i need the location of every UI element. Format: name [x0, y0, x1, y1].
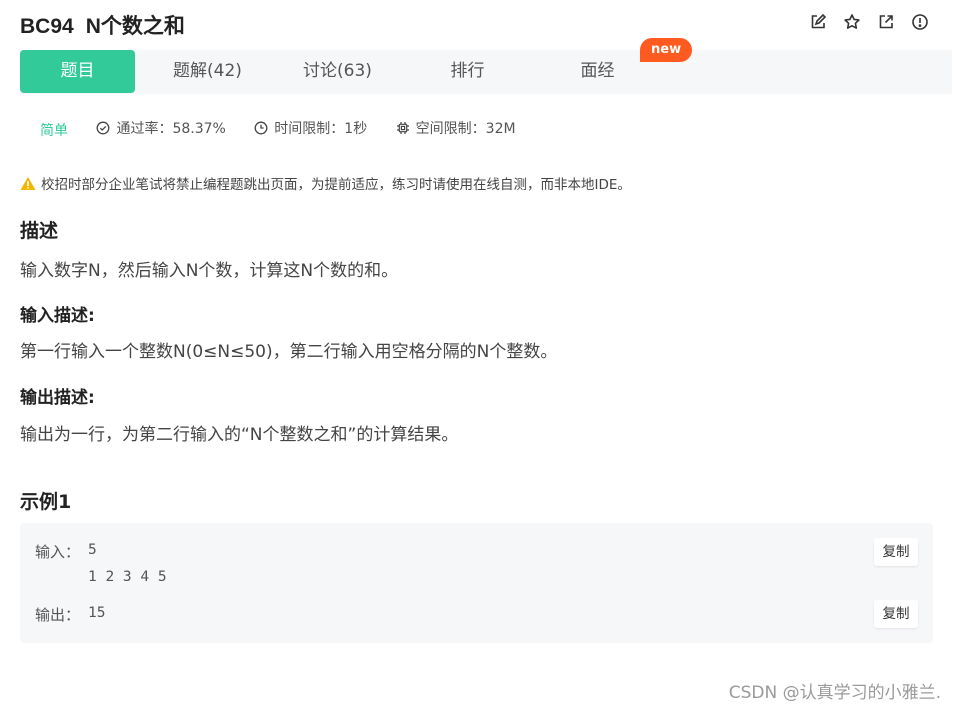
toolbar — [809, 13, 929, 31]
input-desc-heading: 输入描述: — [20, 306, 95, 326]
copy-output-button[interactable]: 复制 — [874, 600, 918, 628]
tab-discussion[interactable]: 讨论(63) — [280, 50, 395, 93]
warning-icon — [20, 176, 36, 190]
example-block: 输入： 5 1 2 3 4 5 复制 输出： 15 复制 — [20, 523, 933, 643]
memory-limit: 空间限制：32M — [396, 118, 516, 138]
pass-rate: 通过率：58.37% — [96, 118, 226, 138]
example-heading: 示例1 — [20, 491, 72, 513]
notice: 校招时部分企业笔试将禁止编程题跳出页面，为提前适应，练习时请使用在线自测，而非本… — [20, 173, 631, 193]
problem-id: BC94 — [20, 15, 74, 38]
problem-name: N个数之和 — [85, 15, 185, 38]
description-text: 输入数字N，然后输入N个数，计算这N个数的和。 — [20, 261, 399, 281]
tab-problem[interactable]: 题目 — [20, 50, 135, 93]
input-desc-text: 第一行输入一个整数N(0≤N≤50)，第二行输入用空格分隔的N个整数。 — [20, 342, 558, 362]
tab-solutions[interactable]: 题解(42) — [150, 50, 265, 93]
output-desc-text: 输出为一行，为第二行输入的“N个整数之和”的计算结果。 — [20, 425, 459, 445]
title-bar: BC94 N个数之和 — [0, 0, 955, 48]
copy-input-button[interactable]: 复制 — [874, 538, 918, 566]
page-title: BC94 N个数之和 — [20, 10, 185, 40]
new-badge: new — [640, 38, 693, 62]
edit-icon[interactable] — [809, 13, 827, 31]
star-icon[interactable] — [843, 13, 861, 31]
watermark: CSDN @认真学习的小雅兰. — [728, 683, 941, 703]
output-desc-heading: 输出描述: — [20, 388, 95, 408]
clock-icon — [254, 121, 268, 135]
chip-icon — [396, 122, 409, 134]
example-output-value: 15 — [88, 605, 106, 621]
tab-ranking[interactable]: 排行 — [410, 50, 525, 93]
share-icon[interactable] — [877, 13, 895, 31]
example-input-value: 5 1 2 3 4 5 — [88, 542, 167, 585]
example-output-label: 输出： — [35, 606, 81, 624]
problem-meta: 简单 通过率：58.37% 时间限制：1秒 空间限制：32M — [40, 118, 540, 139]
example-input-label: 输入： — [35, 543, 81, 561]
check-circle-icon — [97, 121, 110, 135]
tab-bar: 题目 题解(42) 讨论(63) 排行 面经 new — [20, 38, 952, 94]
tab-interview[interactable]: 面经 — [540, 50, 655, 93]
time-limit: 时间限制：1秒 — [254, 118, 367, 138]
notice-text: 校招时部分企业笔试将禁止编程题跳出页面，为提前适应，练习时请使用在线自测，而非本… — [41, 177, 631, 193]
description-heading: 描述 — [20, 220, 59, 242]
difficulty-label: 简单 — [40, 123, 68, 139]
report-icon[interactable] — [911, 13, 929, 31]
